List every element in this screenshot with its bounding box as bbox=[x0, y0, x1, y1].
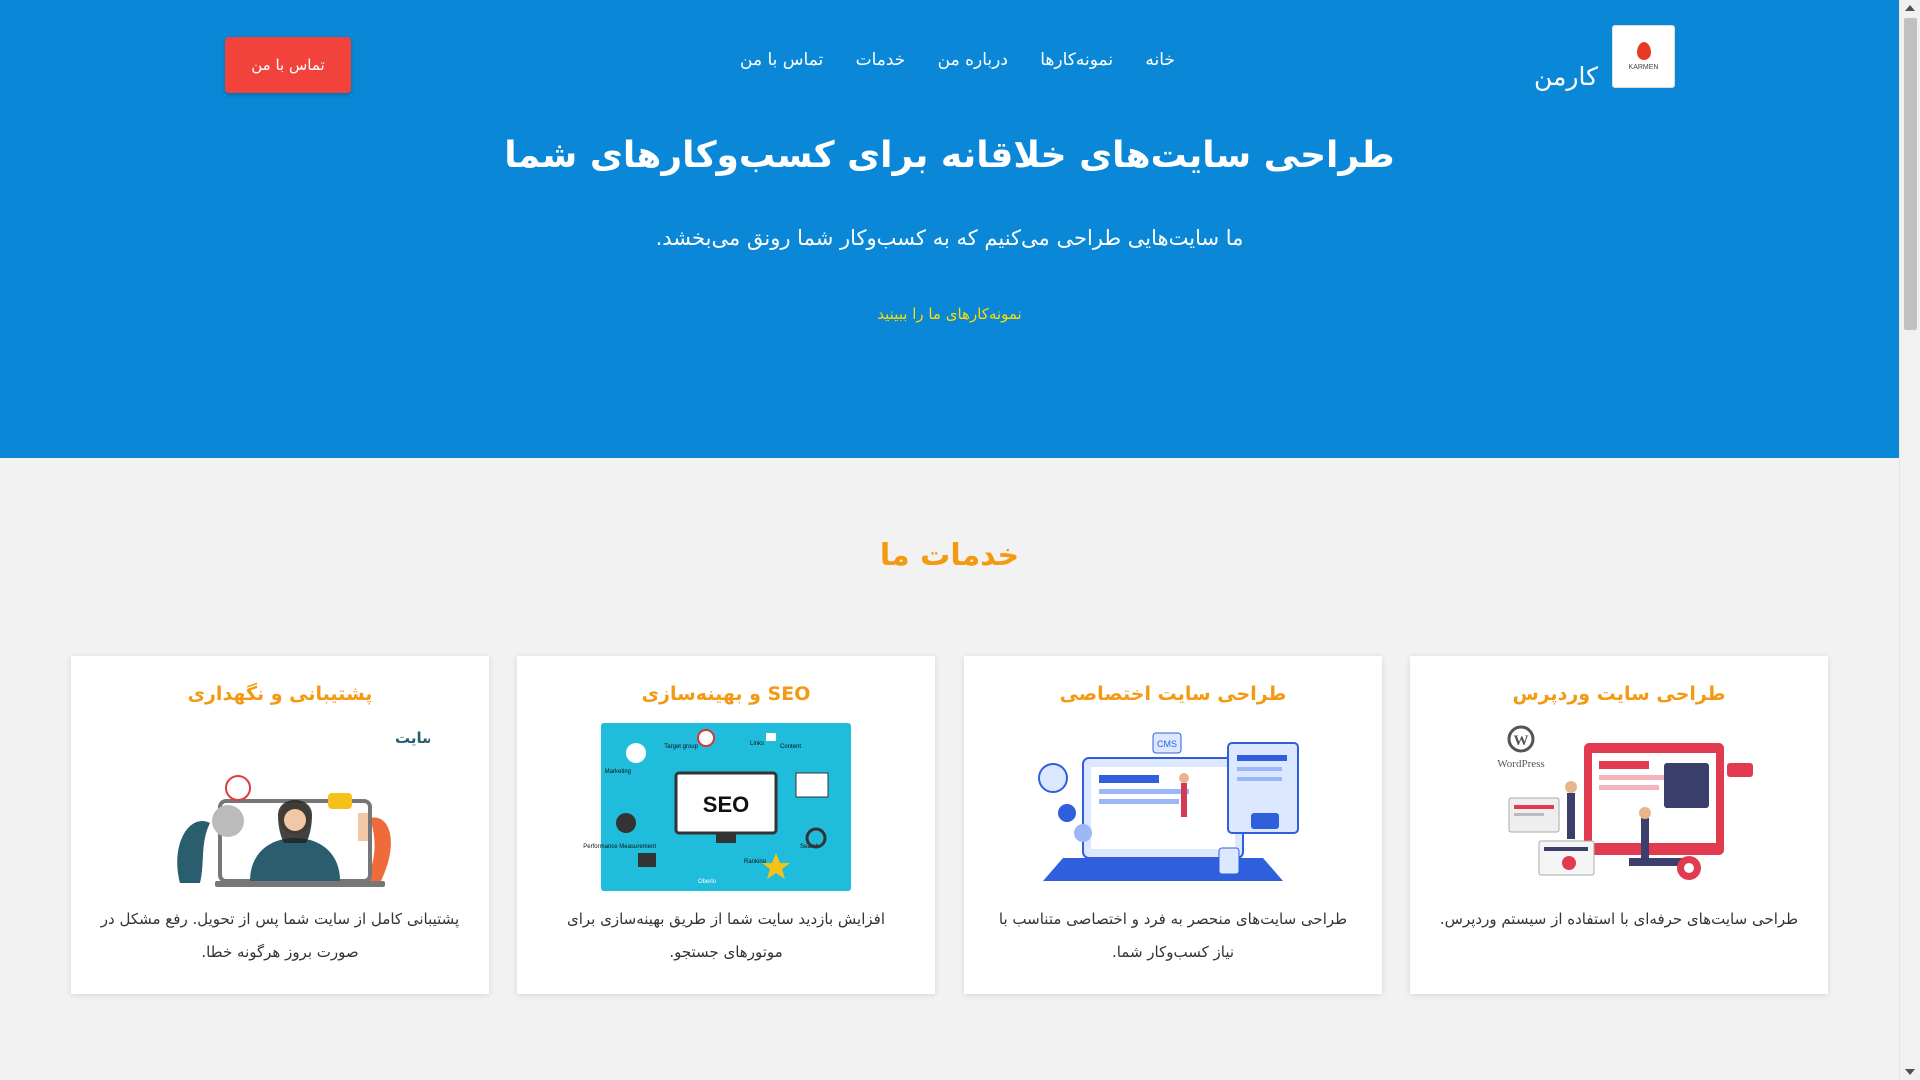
support-label: پشتیبانی سایت bbox=[395, 729, 430, 748]
card-description: طراحی سایت‌های منحصر به فرد و اختصاصی مت… bbox=[998, 910, 1348, 961]
seo-illustration: SEO Marketing Target group Links Content… bbox=[583, 723, 851, 891]
hero-title: طراحی سایت‌های خلاقانه برای کسب‌وکارهای … bbox=[504, 135, 1395, 176]
nav-item-services[interactable]: خدمات bbox=[856, 50, 906, 70]
scroll-down-icon[interactable] bbox=[1905, 1069, 1915, 1075]
scroll-thumb[interactable] bbox=[1904, 18, 1917, 330]
wordpress-label: WordPress bbox=[1497, 758, 1544, 770]
svg-text:Oberlo: Oberlo bbox=[698, 879, 717, 885]
hero-subtitle: ما سایت‌هایی طراحی می‌کنیم که به کسب‌وکا… bbox=[655, 226, 1244, 250]
scroll-up-icon[interactable] bbox=[1905, 5, 1915, 11]
card-title: پشتیبانی و نگهداری bbox=[187, 683, 373, 705]
contact-button[interactable]: تماس با من bbox=[225, 37, 351, 93]
card-title: طراحی سایت وردپرس bbox=[1512, 683, 1726, 705]
hero-section: KARMEN کارمن تماس با من خدمات درباره من … bbox=[0, 0, 1899, 458]
nav-item-portfolio[interactable]: نمونه‌کارها bbox=[1040, 50, 1113, 70]
portfolio-link[interactable]: نمونه‌کارهای ما را ببینید bbox=[0, 305, 1899, 323]
support-illustration: پشتیبانی سایت bbox=[177, 729, 430, 887]
svg-text:Target group: Target group bbox=[664, 744, 698, 750]
svg-text:Marketing: Marketing bbox=[605, 769, 631, 775]
services-title: خدمات ما bbox=[879, 538, 1020, 573]
service-card-seo: SEO و بهینه‌سازی SEO Marketing Target gr… bbox=[517, 656, 935, 994]
service-card-support: پشتیبانی و نگهداری پشتیبانی سایت پشتیبان… bbox=[71, 656, 489, 994]
nav-item-about[interactable]: درباره من bbox=[938, 50, 1008, 70]
card-description: پشتیبانی کامل از سایت شما پس از تحویل. ر… bbox=[100, 910, 460, 961]
card-title: طراحی سایت اختصاصی bbox=[1059, 683, 1287, 705]
card-title: SEO و بهینه‌سازی bbox=[641, 683, 811, 705]
logo[interactable]: KARMEN bbox=[1612, 25, 1675, 88]
svg-text:Ranking: Ranking bbox=[744, 859, 766, 865]
brand-name[interactable]: کارمن bbox=[1534, 62, 1598, 91]
svg-text:W: W bbox=[1514, 733, 1529, 749]
nav-item-home[interactable]: خانه bbox=[1145, 50, 1175, 70]
nav-item-contact[interactable]: تماس با من bbox=[740, 50, 823, 70]
svg-text:Performance Measurement: Performance Measurement bbox=[583, 844, 656, 850]
service-card-custom: طراحی سایت اختصاصی CMS طراحی سایت‌های من… bbox=[964, 656, 1382, 994]
svg-text:Content: Content bbox=[780, 744, 801, 750]
card-description: طراحی سایت‌های حرفه‌ای با استفاده از سیس… bbox=[1439, 910, 1799, 928]
svg-text:Links: Links bbox=[750, 741, 764, 747]
cms-label: CMS bbox=[1157, 739, 1177, 749]
flame-icon bbox=[1636, 42, 1651, 60]
card-description: افزایش بازدید سایت شما از طریق بهینه‌ساز… bbox=[566, 910, 885, 961]
page-scrollbar[interactable] bbox=[1899, 0, 1920, 1080]
custom-design-illustration: CMS bbox=[1038, 732, 1299, 881]
service-card-wordpress: طراحی سایت وردپرس W WordPress طراحی سایت… bbox=[1410, 656, 1828, 994]
main-nav: تماس با من خدمات درباره من نمونه‌کارها خ… bbox=[740, 50, 1175, 70]
seo-label: SEO bbox=[703, 792, 749, 817]
wordpress-illustration: W WordPress bbox=[1497, 725, 1753, 880]
logo-caption: KARMEN bbox=[1628, 64, 1659, 71]
